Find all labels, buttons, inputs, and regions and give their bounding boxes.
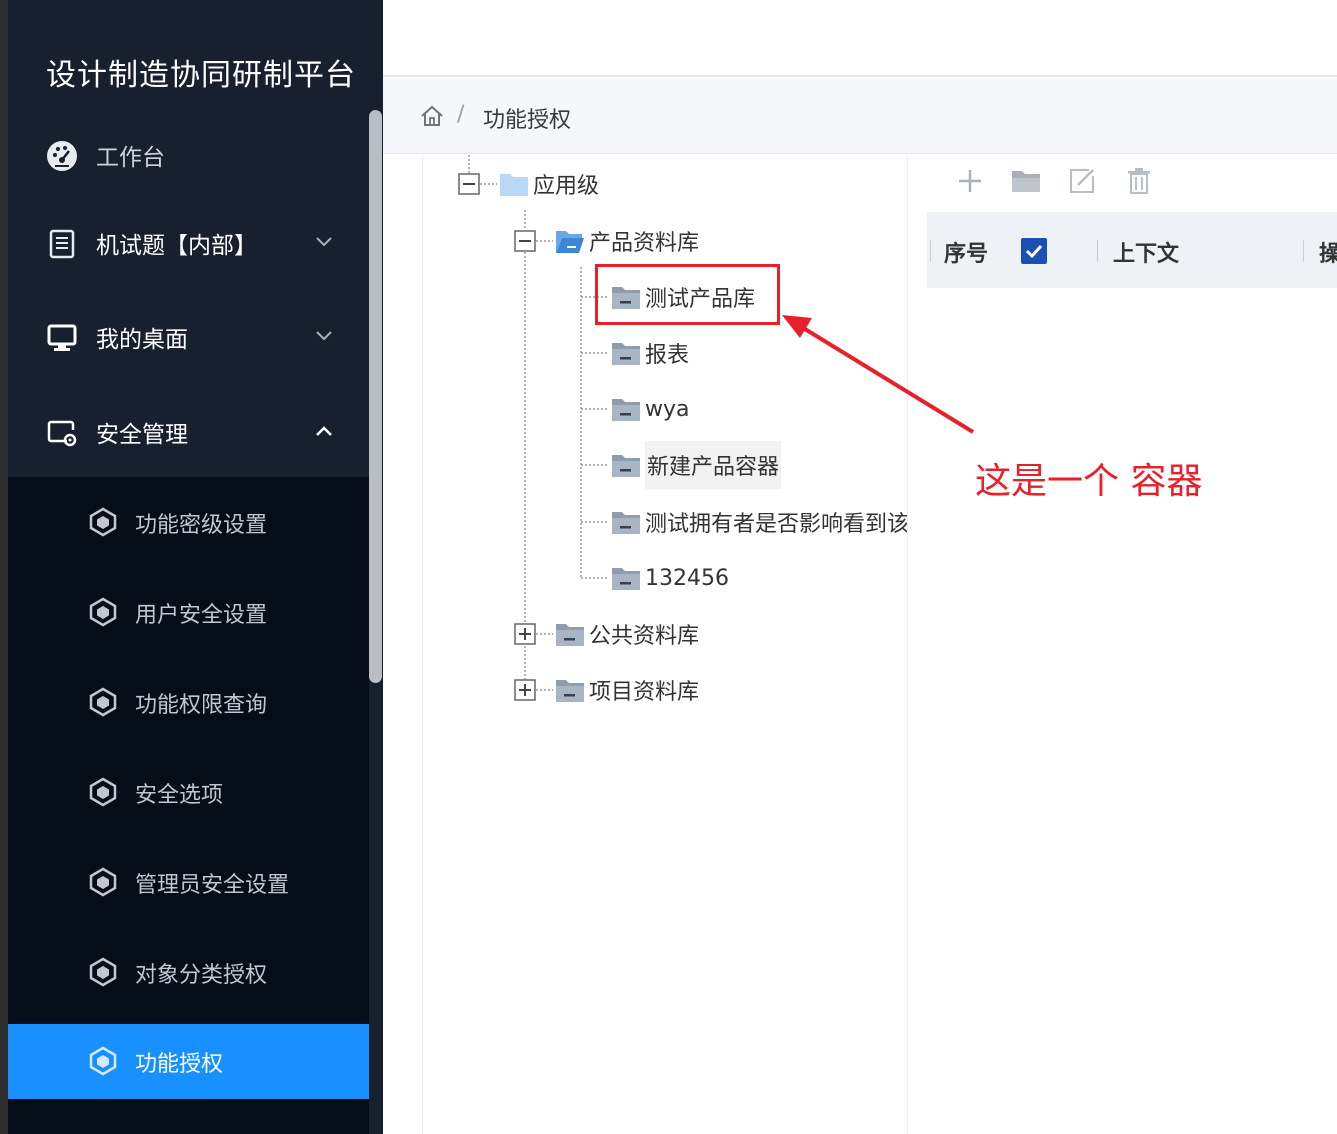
security-settings-icon	[47, 420, 77, 447]
cube-icon	[89, 957, 117, 987]
column-separator	[930, 240, 931, 262]
tree-node-child[interactable]: wya	[611, 393, 690, 425]
tree-node-label: 报表	[645, 343, 690, 368]
chevron-up-icon[interactable]	[314, 421, 334, 441]
chevron-down-icon[interactable]	[314, 326, 334, 346]
folder-icon	[612, 512, 640, 534]
tree-node-root[interactable]: 应用级	[499, 168, 599, 200]
column-header-index[interactable]: 序号	[944, 236, 988, 268]
submenu-label: 用户安全设置	[135, 603, 268, 628]
cube-icon	[89, 1046, 117, 1076]
expand-toggle-icon[interactable]	[514, 623, 536, 645]
tree-node-label: 应用级	[533, 174, 600, 199]
tree-node-label: 测试拥有者是否影响看到该	[645, 512, 908, 537]
submenu-label: 对象分类授权	[135, 963, 268, 988]
select-all-checkbox[interactable]	[1021, 238, 1047, 264]
tree-node-public-library[interactable]: 公共资料库	[555, 618, 699, 650]
column-header-context[interactable]: 上下文	[1113, 236, 1179, 268]
tree-node-child[interactable]: 测试拥有者是否影响看到该	[611, 506, 908, 538]
cube-icon	[89, 597, 117, 627]
tree-node-child[interactable]: 报表	[611, 337, 689, 369]
top-bar	[383, 0, 1337, 77]
folder-icon	[612, 455, 640, 477]
collapse-toggle-icon[interactable]	[514, 230, 536, 252]
submenu-item-user-security[interactable]: 用户安全设置	[8, 575, 369, 650]
column-separator	[1303, 240, 1304, 262]
tree-node-label: 132456	[645, 565, 729, 591]
tree-node-child[interactable]: 132456	[611, 562, 729, 594]
brand-title: 设计制造协同研制平台	[46, 58, 356, 93]
menu-item-exam[interactable]: 机试题【内部】	[8, 198, 369, 288]
cube-icon	[89, 867, 117, 897]
submenu-item-security-options[interactable]: 安全选项	[8, 755, 369, 830]
submenu-item-admin-security[interactable]: 管理员安全设置	[8, 845, 369, 920]
submenu-label: 功能权限查询	[135, 693, 268, 718]
plus-icon[interactable]	[955, 166, 985, 196]
tree-node-project-library[interactable]: 项目资料库	[555, 674, 699, 706]
submenu-item-function-classification[interactable]: 功能密级设置	[8, 485, 369, 560]
folder-open-icon	[556, 231, 584, 253]
submenu-item-permission-query[interactable]: 功能权限查询	[8, 665, 369, 740]
menu-label: 安全管理	[96, 422, 188, 448]
tree-node-label: wya	[645, 396, 690, 422]
cube-icon	[89, 507, 117, 537]
collapse-toggle-icon[interactable]	[458, 173, 480, 195]
dashboard-icon	[47, 141, 77, 171]
grid-header: 序号 上下文 操	[927, 212, 1337, 288]
sidebar-scrollbar[interactable]	[369, 110, 382, 683]
home-icon[interactable]	[420, 104, 444, 128]
menu-label: 机试题【内部】	[96, 233, 257, 259]
breadcrumb-current: 功能授权	[483, 108, 572, 133]
cube-icon	[89, 687, 117, 717]
tree-node-child[interactable]: 新建产品容器	[611, 441, 782, 489]
breadcrumb-separator: /	[457, 102, 465, 127]
submenu-label: 安全选项	[135, 783, 224, 808]
folder-icon	[612, 568, 640, 590]
submenu-label: 功能授权	[135, 1052, 224, 1077]
submenu-label: 管理员安全设置	[135, 873, 290, 898]
column-separator	[1097, 240, 1098, 262]
submenu-item-function-authorization[interactable]: 功能授权	[8, 1024, 369, 1099]
submenu-item-object-classification[interactable]: 对象分类授权	[8, 935, 369, 1010]
chevron-down-icon[interactable]	[314, 232, 334, 252]
window-edge	[0, 0, 8, 1134]
submenu-security: 功能密级设置 用户安全设置 功能权限查询 安全选项 管理员安全设置 对象分类授权…	[8, 477, 369, 1134]
cube-icon	[89, 777, 117, 807]
monitor-icon	[47, 324, 77, 351]
column-header-operation[interactable]: 操	[1319, 236, 1337, 268]
expand-toggle-icon[interactable]	[514, 679, 536, 701]
folder-icon	[500, 174, 528, 196]
folder-icon	[556, 680, 584, 702]
menu-item-my-desktop[interactable]: 我的桌面	[8, 292, 369, 382]
document-icon	[49, 229, 75, 259]
submenu-label: 功能密级设置	[135, 513, 268, 538]
annotation-highlight-box	[595, 264, 780, 325]
menu-label: 我的桌面	[96, 327, 188, 353]
tree-node-label: 新建产品容器	[645, 441, 782, 489]
edit-icon[interactable]	[1067, 166, 1097, 196]
tree-node-label: 产品资料库	[589, 231, 700, 256]
folder-icon	[556, 624, 584, 646]
folder-icon	[612, 343, 640, 365]
tree-node-product-library[interactable]: 产品资料库	[555, 225, 699, 257]
menu-item-workbench[interactable]: 工作台	[8, 110, 369, 200]
menu-label: 工作台	[96, 145, 165, 171]
menu-item-security[interactable]: 安全管理	[8, 387, 369, 477]
app-root: 设计制造协同研制平台 工作台 机试题【内部】 我的桌面 安全管理 功能密级设置 …	[0, 0, 1337, 1134]
tree-node-label: 项目资料库	[589, 680, 700, 705]
tree-node-label: 公共资料库	[589, 624, 700, 649]
trash-icon[interactable]	[1124, 166, 1154, 196]
folder-icon	[612, 399, 640, 421]
annotation-text: 这是一个 容器	[975, 461, 1203, 502]
folder-icon[interactable]	[1011, 166, 1041, 196]
sidebar: 设计制造协同研制平台 工作台 机试题【内部】 我的桌面 安全管理 功能密级设置 …	[0, 0, 383, 1134]
